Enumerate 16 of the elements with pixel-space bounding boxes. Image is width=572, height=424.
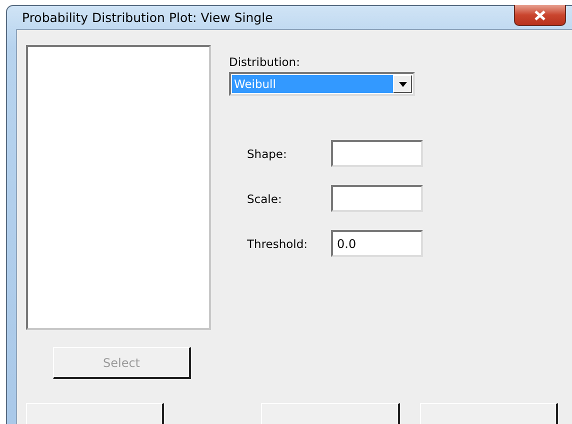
- parameter-label: Shape:: [247, 146, 288, 160]
- dialog-button[interactable]: [26, 403, 164, 424]
- close-icon: [534, 10, 546, 20]
- variables-list[interactable]: [26, 45, 211, 330]
- parameter-field[interactable]: 0.0: [331, 230, 423, 257]
- dialog-button[interactable]: [261, 403, 400, 424]
- distribution-dropdown[interactable]: Weibull: [229, 72, 415, 96]
- parameter-field[interactable]: [331, 140, 423, 167]
- distribution-label: Distribution:: [229, 55, 301, 69]
- dialog-button[interactable]: [420, 403, 558, 424]
- parameter-field[interactable]: [331, 185, 423, 212]
- close-button[interactable]: [514, 5, 566, 26]
- parameter-label: Threshold:: [247, 236, 309, 250]
- window-title: Probability Distribution Plot: View Single: [21, 9, 273, 27]
- parameter-label: Scale:: [247, 192, 283, 206]
- dropdown-arrow-icon: [398, 82, 406, 86]
